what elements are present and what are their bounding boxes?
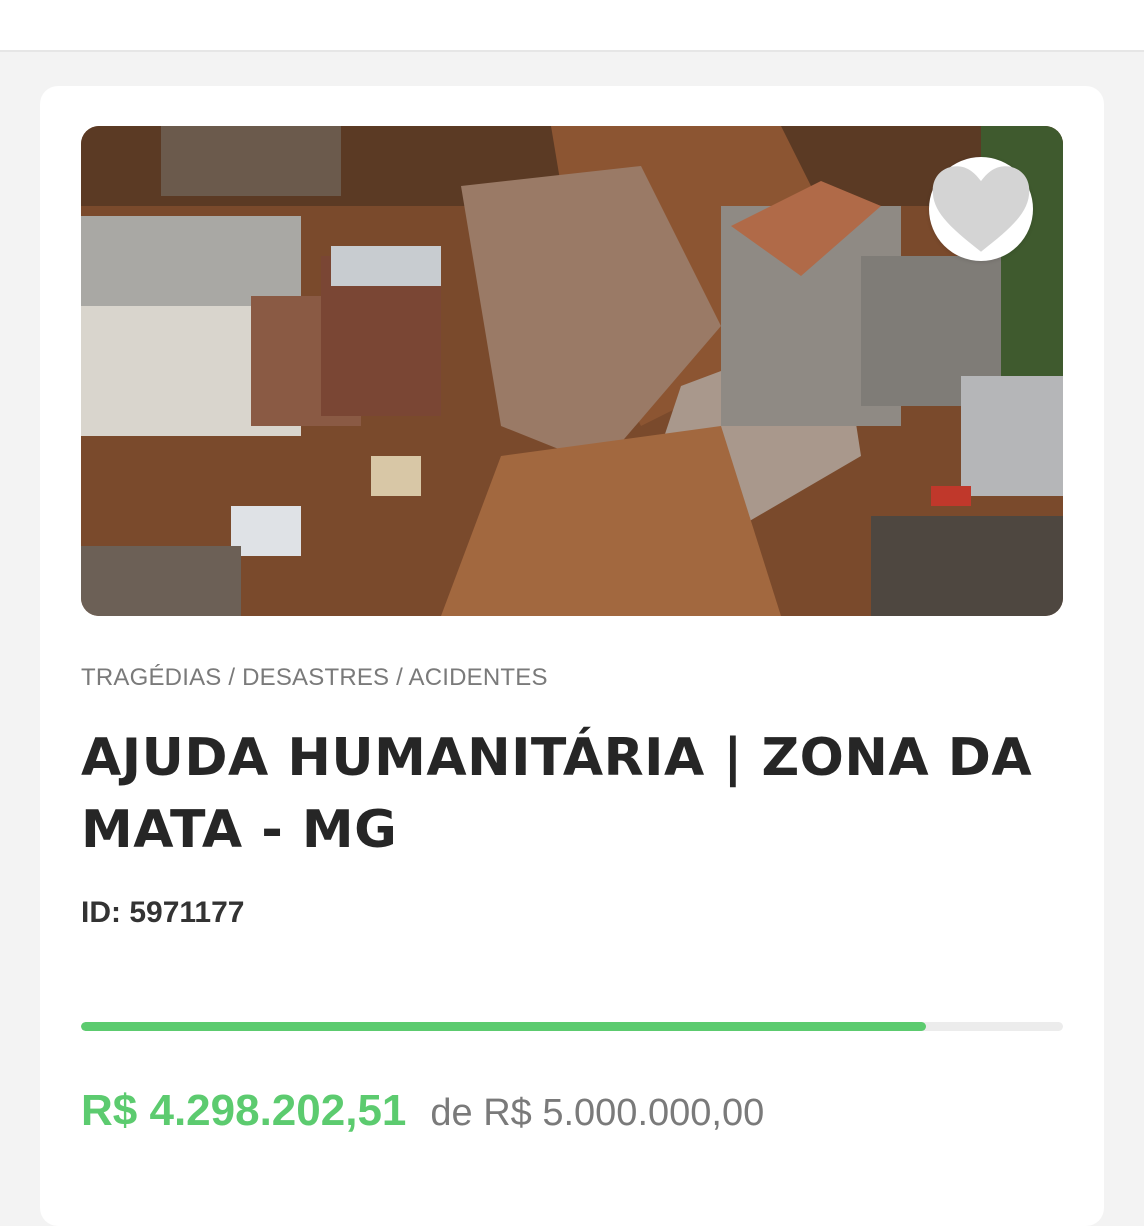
heart-icon bbox=[932, 166, 1030, 252]
fundraising-amounts: R$ 4.298.202,51 de R$ 5.000.000,00 bbox=[81, 1086, 764, 1136]
raised-amount: R$ 4.298.202,51 bbox=[81, 1086, 407, 1135]
progress-fill bbox=[81, 1022, 926, 1031]
fundraising-progress-bar bbox=[81, 1022, 1063, 1031]
goal-amount: de R$ 5.000.000,00 bbox=[430, 1092, 765, 1134]
campaign-category[interactable]: TRAGÉDIAS / DESASTRES / ACIDENTES bbox=[81, 664, 548, 692]
campaign-id: ID: 5971177 bbox=[81, 896, 245, 929]
campaign-photo[interactable] bbox=[81, 126, 1063, 616]
campaign-title: AJUDA HUMANITÁRIA | ZONA DA MATA - MG bbox=[81, 728, 1033, 860]
landslide-photo-illustration bbox=[81, 126, 1063, 616]
campaign-card[interactable]: TRAGÉDIAS / DESASTRES / ACIDENTES AJUDA … bbox=[40, 86, 1104, 1226]
favorite-button[interactable] bbox=[929, 157, 1033, 261]
top-bar bbox=[0, 0, 1144, 52]
